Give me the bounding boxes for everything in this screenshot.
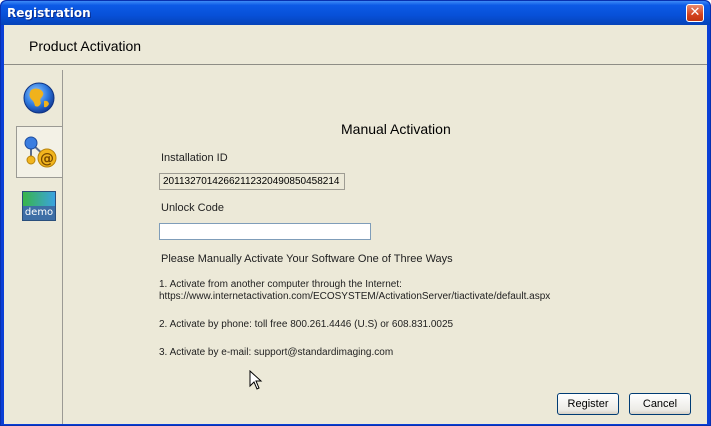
register-button[interactable]: Register [557,393,619,415]
sidebar-item-manual-activation[interactable]: @ [16,126,62,178]
installation-id-label: Installation ID [161,152,228,164]
sidebar-item-internet-activation[interactable] [16,72,62,124]
unlock-code-label: Unlock Code [161,202,224,214]
step2-text: 2. Activate by phone: toll free 800.261.… [159,319,454,330]
client-area: Product Activation @ demo Manual Activat… [4,25,707,424]
demo-icon-label: demo [23,206,55,220]
unlock-code-input[interactable] [159,223,371,240]
instructions-title: Please Manually Activate Your Software O… [161,253,453,265]
globe-icon [23,82,55,114]
sidebar-item-demo[interactable]: demo [16,180,62,232]
step3-text: 3. Activate by e-mail: support@standardi… [159,347,394,358]
step1-text: 1. Activate from another computer throug… [159,279,402,290]
demo-icon: demo [22,191,56,221]
installation-id-field[interactable]: 20113270142662112320490850458214 [159,173,345,190]
page-title: Product Activation [29,38,142,54]
header-bar: Product Activation [4,25,707,65]
title-bar[interactable]: Registration ✕ [1,1,710,25]
section-heading: Manual Activation [341,121,451,137]
window-title: Registration [7,6,91,20]
email-activation-icon: @ [24,136,56,168]
mouse-pointer-icon [249,370,263,390]
close-button[interactable]: ✕ [686,4,704,22]
svg-text:@: @ [40,151,54,167]
registration-window: Registration ✕ Product Activation @ demo… [0,0,711,426]
sidebar: @ demo [12,70,63,424]
manual-activation-panel: Manual Activation Installation ID 201132… [64,70,707,424]
cancel-button[interactable]: Cancel [629,393,691,415]
step1-url: https://www.internetactivation.com/ECOSY… [159,291,551,302]
